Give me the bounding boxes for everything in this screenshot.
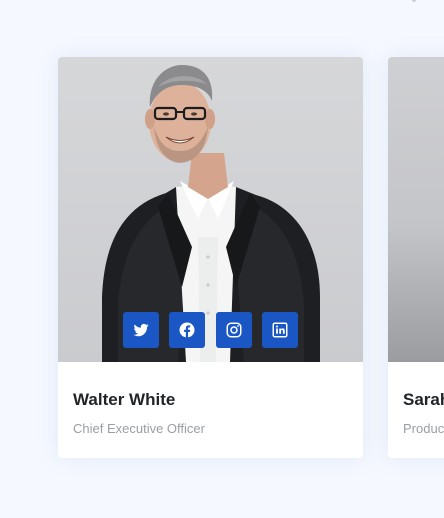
team-member-role: Chief Executive Officer bbox=[73, 421, 205, 436]
team-member-role: Produc bbox=[403, 421, 444, 436]
twitter-link[interactable] bbox=[123, 312, 159, 348]
social-links bbox=[58, 312, 363, 348]
team-member-card-walter-white: Walter White Chief Executive Officer bbox=[58, 57, 363, 458]
linkedin-icon bbox=[271, 321, 289, 339]
linkedin-link[interactable] bbox=[262, 312, 298, 348]
facebook-link[interactable] bbox=[169, 312, 205, 348]
team-member-photo bbox=[388, 57, 444, 362]
team-member-info: Walter White Chief Executive Officer bbox=[58, 362, 363, 458]
team-member-name: Sarah bbox=[403, 390, 444, 409]
instagram-icon bbox=[225, 321, 243, 339]
team-member-name: Walter White bbox=[73, 390, 176, 409]
instagram-link[interactable] bbox=[216, 312, 252, 348]
decorative-dot bbox=[412, 0, 416, 2]
twitter-icon bbox=[132, 321, 150, 339]
team-member-card-sarah: Sarah Produc bbox=[388, 57, 444, 458]
facebook-icon bbox=[178, 321, 196, 339]
team-member-info: Sarah Produc bbox=[388, 362, 444, 458]
team-section: Walter White Chief Executive Officer Sar… bbox=[0, 0, 444, 518]
team-member-photo bbox=[58, 57, 363, 362]
